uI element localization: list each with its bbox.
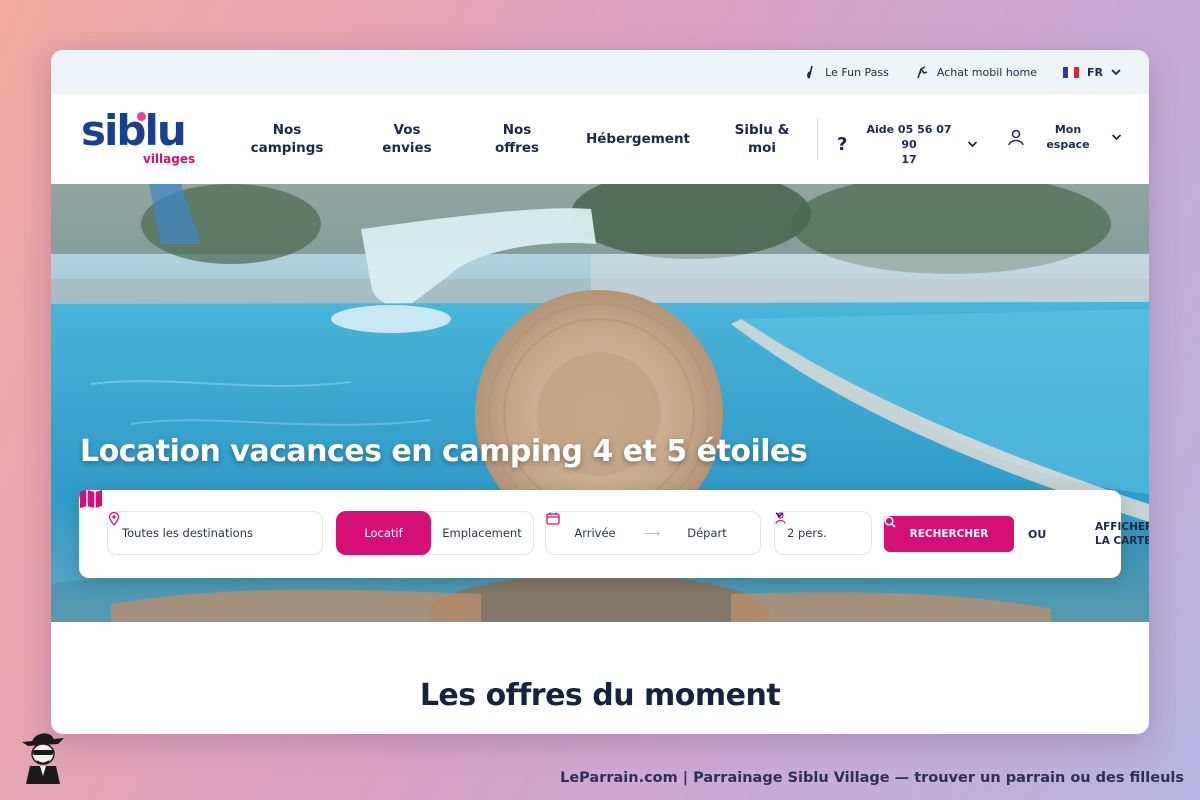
account-menu[interactable]: Mon espace <box>1007 122 1122 152</box>
leparrain-mascot-icon <box>22 733 64 784</box>
fun-pass-icon <box>807 65 813 79</box>
calendar-icon <box>546 512 560 525</box>
search-panel: Toutes les destinations Locatif Emplacem… <box>79 490 1149 578</box>
arrow-right-icon: ⟶ <box>643 526 661 540</box>
departure-label: Départ <box>687 526 727 540</box>
nav-item-campings[interactable]: Nos campings <box>227 121 347 157</box>
question-icon: ? <box>837 134 848 155</box>
offers-title: Les offres du moment <box>419 678 781 713</box>
nav-divider <box>817 118 818 160</box>
help-phone-label: Aide 05 56 07 90 17 <box>866 123 952 166</box>
chevron-down-icon <box>967 141 978 148</box>
flag-fr-icon <box>1063 66 1079 78</box>
map-icon[interactable] <box>79 490 103 508</box>
destination-placeholder: Toutes les destinations <box>122 526 253 540</box>
or-label: OU <box>1028 528 1047 541</box>
browser-frame: Le Fun Pass Achat mobil home FR siblu vi… <box>51 50 1149 734</box>
language-selector[interactable]: FR <box>1063 66 1121 79</box>
achat-mobil-home-link[interactable]: Achat mobil home <box>915 65 1037 79</box>
type-emplacement-button[interactable]: Emplacement <box>431 526 533 540</box>
type-toggle: Locatif Emplacement <box>336 511 534 555</box>
language-label: FR <box>1087 65 1103 79</box>
achat-mobil-home-label: Achat mobil home <box>936 65 1038 79</box>
location-pin-icon <box>108 512 120 526</box>
nav-item-siblu-moi[interactable]: Siblu & moi <box>709 121 815 157</box>
search-icon <box>884 516 896 528</box>
persons-field[interactable]: 2 pers. <box>774 511 872 555</box>
hero-banner: Location vacances en camping 4 et 5 étoi… <box>51 184 1149 622</box>
dates-field[interactable]: Arrivée ⟶ Départ <box>545 511 761 555</box>
arrival-label: Arrivée <box>574 526 616 540</box>
account-label: Mon espace <box>1046 123 1090 151</box>
footer-caption: LeParrain.com | Parrainage Siblu Village… <box>560 770 1184 786</box>
logo-sub: villages <box>143 152 196 166</box>
siblu-logo[interactable]: siblu villages <box>81 110 201 170</box>
hero-title: Location vacances en camping 4 et 5 étoi… <box>80 434 808 469</box>
nav-menu: Nos campings Vos envies Nos offres Héber… <box>227 94 815 184</box>
main-navigation: siblu villages Nos campings Vos envies N… <box>51 94 1149 184</box>
destination-field[interactable]: Toutes les destinations <box>107 511 323 555</box>
logo-dot <box>137 112 146 121</box>
nav-item-offres[interactable]: Nos offres <box>467 121 567 157</box>
chevron-down-icon <box>775 512 784 518</box>
mobil-home-icon <box>917 66 928 79</box>
persons-value: 2 pers. <box>787 526 827 540</box>
type-locatif-button[interactable]: Locatif <box>336 511 431 555</box>
search-button[interactable]: RECHERCHER <box>884 516 1014 552</box>
fun-pass-label: Le Fun Pass <box>825 65 889 79</box>
fun-pass-link[interactable]: Le Fun Pass <box>805 65 889 79</box>
nav-item-envies[interactable]: Vos envies <box>347 121 467 157</box>
show-map-link[interactable]: AFFICHER LA CARTE <box>1095 520 1149 548</box>
user-icon <box>1008 129 1024 146</box>
nav-item-hebergement[interactable]: Hébergement <box>567 130 709 148</box>
help-phone[interactable]: ? Aide 05 56 07 90 17 <box>837 122 978 167</box>
utility-bar: Le Fun Pass Achat mobil home FR <box>51 50 1149 94</box>
chevron-down-icon <box>1111 133 1122 140</box>
search-button-label: RECHERCHER <box>909 528 989 540</box>
chevron-down-icon <box>1111 68 1121 75</box>
